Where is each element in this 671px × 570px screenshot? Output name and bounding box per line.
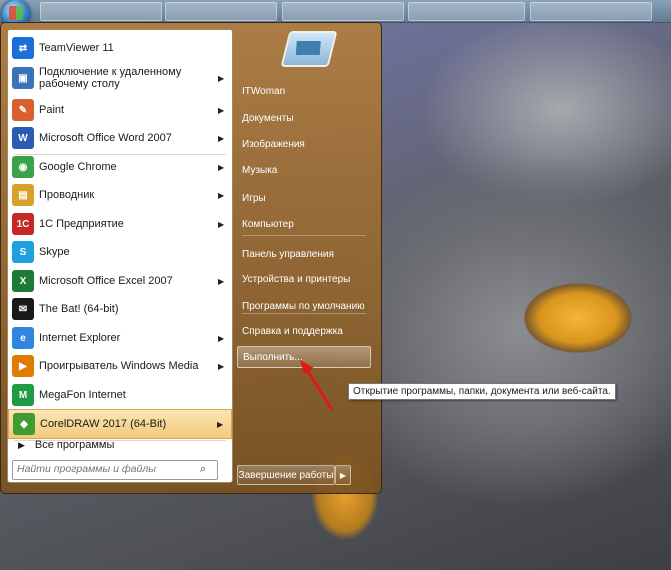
program-label: Google Chrome xyxy=(39,161,117,173)
submenu-arrow-icon: ▶ xyxy=(218,73,225,83)
shutdown-options-button[interactable]: ▶ xyxy=(335,465,351,485)
user-picture[interactable] xyxy=(280,31,338,67)
excel-icon: X xyxy=(12,270,34,292)
program-label: Подключение к удаленному рабочему столу xyxy=(39,66,182,90)
program-item[interactable]: X Microsoft Office Excel 2007 ▶ xyxy=(8,267,232,295)
place-item[interactable]: Устройства и принтеры xyxy=(237,268,371,290)
teamviewer-icon: ⇄ xyxy=(12,37,34,59)
internet-explorer-icon: e xyxy=(12,327,34,349)
program-item[interactable]: ▤ Проводник ▶ xyxy=(8,181,232,209)
place-item[interactable]: Компьютер xyxy=(237,213,371,235)
separator xyxy=(242,313,366,314)
search-box[interactable]: ⌕ xyxy=(12,460,218,480)
program-label: Paint xyxy=(39,104,65,116)
explorer-folder-icon: ▤ xyxy=(12,184,34,206)
user-picture-icon xyxy=(295,41,321,55)
taskbar-button[interactable] xyxy=(408,2,525,21)
submenu-arrow-icon: ▶ xyxy=(217,419,224,429)
triangle-right-icon: ▶ xyxy=(18,439,25,450)
taskbar-button[interactable] xyxy=(40,2,162,21)
place-item[interactable]: ITWoman xyxy=(237,80,371,102)
run-tooltip: Открытие программы, папки, документа или… xyxy=(348,383,616,400)
submenu-arrow-icon: ▶ xyxy=(218,361,225,371)
place-item[interactable]: Справка и поддержка xyxy=(237,320,371,342)
program-item[interactable]: ◉ Google Chrome ▶ xyxy=(8,153,232,181)
red-arrow-annotation xyxy=(300,360,334,411)
windows-media-icon: ▶ xyxy=(12,355,34,377)
taskbar-button[interactable] xyxy=(282,2,404,21)
place-item[interactable]: Игры xyxy=(237,187,371,209)
coreldraw-icon: ◆ xyxy=(13,413,35,435)
word-icon: W xyxy=(12,127,34,149)
submenu-arrow-icon: ▶ xyxy=(218,162,225,172)
paint-icon: ✎ xyxy=(12,99,34,121)
remote-desktop-icon: ▣ xyxy=(12,67,34,89)
programs-pane: ⇄ TeamViewer 11 ▣ Подключение к удаленному … xyxy=(7,29,233,483)
place-item[interactable]: Панель управления xyxy=(237,243,371,265)
program-item[interactable]: ✉ The Bat! (64-bit) xyxy=(8,295,232,323)
program-item[interactable]: M MegaFon Internet xyxy=(8,381,232,409)
shutdown-button[interactable]: Завершение работы xyxy=(237,465,335,485)
place-item[interactable]: Музыка xyxy=(237,159,371,181)
program-label: Skype xyxy=(39,246,70,258)
program-label: Проводник xyxy=(39,189,95,201)
submenu-arrow-icon: ▶ xyxy=(218,276,225,286)
program-label: TeamViewer 11 xyxy=(39,42,114,54)
submenu-arrow-icon: ▶ xyxy=(218,219,225,229)
windows-logo-icon xyxy=(9,6,23,20)
taskbar xyxy=(0,0,671,23)
search-input[interactable] xyxy=(13,461,197,477)
skype-icon: S xyxy=(12,241,34,263)
program-item[interactable]: ✎ Paint ▶ xyxy=(8,96,232,124)
all-programs-label: Все программы xyxy=(34,439,115,451)
program-label: Microsoft Office Excel 2007 xyxy=(39,275,173,287)
program-item[interactable]: S Skype xyxy=(8,238,232,266)
separator xyxy=(242,235,366,236)
taskbar-button[interactable] xyxy=(165,2,277,21)
program-label: Microsoft Office Word 2007 xyxy=(39,132,172,144)
program-item[interactable]: e Internet Explorer ▶ xyxy=(8,324,232,352)
all-programs-button[interactable]: ▶ Все программы xyxy=(8,434,232,456)
chrome-icon: ◉ xyxy=(12,156,34,178)
taskbar-button[interactable] xyxy=(530,2,652,21)
thebat-icon: ✉ xyxy=(12,298,34,320)
submenu-arrow-icon: ▶ xyxy=(218,133,225,143)
submenu-arrow-icon: ▶ xyxy=(218,190,225,200)
program-label: MegaFon Internet xyxy=(39,389,126,401)
megafon-icon: M xyxy=(12,384,34,406)
start-menu: ⇄ TeamViewer 11 ▣ Подключение к удаленному … xyxy=(0,22,382,494)
program-item[interactable]: 1С 1С Предприятие ▶ xyxy=(8,210,232,238)
program-label: Internet Explorer xyxy=(39,332,121,344)
1c-icon: 1С xyxy=(12,213,34,235)
place-item[interactable]: Документы xyxy=(237,107,371,129)
submenu-arrow-icon: ▶ xyxy=(218,333,225,343)
submenu-arrow-icon: ▶ xyxy=(218,105,225,115)
program-item[interactable]: W Microsoft Office Word 2007 ▶ xyxy=(8,124,232,152)
search-icon[interactable]: ⌕ xyxy=(200,463,214,477)
place-item[interactable]: Изображения xyxy=(237,133,371,155)
program-item[interactable]: ▶ Проигрыватель Windows Media ▶ xyxy=(8,352,232,380)
program-item[interactable]: ⇄ TeamViewer 11 xyxy=(8,34,232,62)
program-item[interactable]: ▣ Подключение к удаленному рабочему столу… xyxy=(8,64,232,92)
program-label: The Bat! (64-bit) xyxy=(39,303,119,315)
program-label: Проигрыватель Windows Media xyxy=(39,360,199,372)
program-label: 1С Предприятие xyxy=(39,218,124,230)
program-label: CorelDRAW 2017 (64-Bit) xyxy=(40,418,167,430)
